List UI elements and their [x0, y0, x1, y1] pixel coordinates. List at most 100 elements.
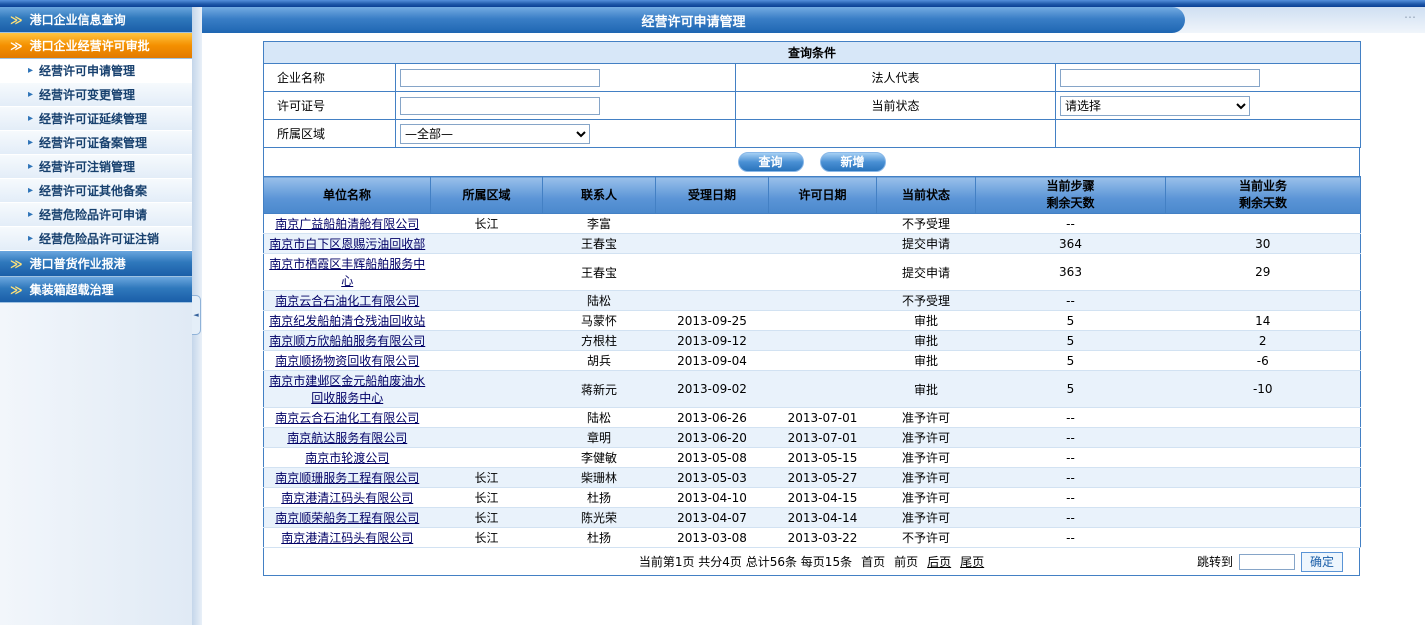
page-title-bar: 经营许可申请管理	[202, 7, 1185, 33]
cell-contact: 蒋新元	[543, 371, 656, 408]
sidebar-group[interactable]: ≫集装箱超载治理	[0, 277, 192, 303]
cell-biz_days	[1166, 508, 1361, 528]
arrow-bullet-icon: ▸	[28, 137, 33, 148]
double-arrow-icon: ≫	[10, 257, 23, 271]
cell-region	[431, 291, 543, 311]
cell-biz_days	[1166, 428, 1361, 448]
cell-region	[431, 351, 543, 371]
cell-region	[431, 311, 543, 331]
company-link[interactable]: 南京港清江码头有限公司	[281, 531, 413, 545]
company-link[interactable]: 南京广益船舶清舱有限公司	[275, 217, 419, 231]
legal-rep-input[interactable]	[1060, 69, 1260, 87]
cell-name: 南京顺扬物资回收有限公司	[264, 351, 431, 371]
cell-name: 南京市白下区恩赐污油回收部	[264, 234, 431, 254]
company-link[interactable]: 南京航达服务有限公司	[287, 431, 407, 445]
sidebar-item[interactable]: ▸经营许可注销管理	[0, 155, 192, 179]
company-link[interactable]: 南京港清江码头有限公司	[281, 491, 413, 505]
cell-license_date: 2013-04-14	[769, 508, 877, 528]
cell-license_date: 2013-07-01	[769, 428, 877, 448]
company-link[interactable]: 南京顺荣船务工程有限公司	[275, 511, 419, 525]
company-link[interactable]: 南京顺珊服务工程有限公司	[275, 471, 419, 485]
sidebar-group[interactable]: ≫港口普货作业报港	[0, 251, 192, 277]
status-select[interactable]: 请选择	[1060, 96, 1250, 116]
cell-status: 准予许可	[877, 488, 976, 508]
cell-accept_date	[656, 214, 769, 234]
cell-accept_date	[656, 234, 769, 254]
sidebar-item[interactable]: ▸经营许可证延续管理	[0, 107, 192, 131]
cell-contact: 柴珊林	[543, 468, 656, 488]
cell-step_days: 363	[976, 254, 1166, 291]
license-no-label: 许可证号	[264, 92, 396, 120]
cell-contact: 王春宝	[543, 234, 656, 254]
cell-license_date: 2013-04-15	[769, 488, 877, 508]
cell-status: 准予许可	[877, 468, 976, 488]
cell-accept_date: 2013-06-26	[656, 408, 769, 428]
sidebar-item[interactable]: ▸经营危险品许可证注销	[0, 227, 192, 251]
cell-status: 审批	[877, 351, 976, 371]
cell-name: 南京顺荣船务工程有限公司	[264, 508, 431, 528]
next-page-link[interactable]: 后页	[927, 553, 951, 570]
company-link[interactable]: 南京纪发船舶清仓残油回收站	[269, 314, 425, 328]
sidebar-item[interactable]: ▸经营许可申请管理	[0, 59, 192, 83]
sidebar-item[interactable]: ▸经营危险品许可申请	[0, 203, 192, 227]
cell-license_date	[769, 214, 877, 234]
cell-region: 长江	[431, 488, 543, 508]
cell-license_date	[769, 291, 877, 311]
cell-step_days: --	[976, 214, 1166, 234]
company-link[interactable]: 南京云合石油化工有限公司	[275, 294, 419, 308]
add-button[interactable]: 新增	[820, 152, 886, 172]
sidebar-item[interactable]: ▸经营许可证备案管理	[0, 131, 192, 155]
cell-name: 南京港清江码头有限公司	[264, 488, 431, 508]
column-header: 当前状态	[877, 177, 976, 214]
company-link[interactable]: 南京市白下区恩赐污油回收部	[269, 237, 425, 251]
sidebar-item[interactable]: ▸经营许可变更管理	[0, 83, 192, 107]
sidebar-group[interactable]: ≫港口企业经营许可审批	[0, 33, 192, 59]
table-row: 南京市建邺区金元船舶废油水回收服务中心蒋新元2013-09-02审批5-10	[264, 371, 1361, 408]
last-page-link[interactable]: 尾页	[960, 553, 984, 570]
sidebar-item-label: 经营许可证延续管理	[39, 110, 147, 127]
column-header: 当前步骤 剩余天数	[976, 177, 1166, 214]
cell-license_date	[769, 351, 877, 371]
pagination-bar: 当前第1页 共分4页 总计56条 每页15条 首页 前页 后页 尾页 跳转到 确…	[263, 548, 1360, 576]
cell-status: 审批	[877, 371, 976, 408]
region-select[interactable]: —全部—	[400, 124, 590, 144]
cell-region: 长江	[431, 528, 543, 548]
table-row: 南京市轮渡公司李健敏2013-05-082013-05-15准予许可--	[264, 448, 1361, 468]
company-link[interactable]: 南京顺扬物资回收有限公司	[275, 354, 419, 368]
region-label: 所属区域	[264, 120, 396, 148]
sidebar-group[interactable]: ≫港口企业信息查询	[0, 7, 192, 33]
sidebar-item-label: 经营危险品许可证注销	[39, 230, 159, 247]
cell-contact: 杜扬	[543, 528, 656, 548]
cell-region	[431, 371, 543, 408]
jump-input[interactable]	[1239, 554, 1295, 570]
sidebar-group-label: 港口企业信息查询	[30, 11, 126, 28]
cell-license_date: 2013-07-01	[769, 408, 877, 428]
cell-contact: 马蒙怀	[543, 311, 656, 331]
cell-accept_date: 2013-05-08	[656, 448, 769, 468]
cell-contact: 王春宝	[543, 254, 656, 291]
cell-status: 不予许可	[877, 528, 976, 548]
confirm-button[interactable]: 确定	[1301, 552, 1343, 572]
cell-accept_date: 2013-04-10	[656, 488, 769, 508]
company-link[interactable]: 南京市建邺区金元船舶废油水回收服务中心	[269, 374, 425, 405]
sidebar-collapse-handle[interactable]: ◄	[192, 295, 201, 335]
license-no-input[interactable]	[400, 97, 600, 115]
company-name-input[interactable]	[400, 69, 600, 87]
company-link[interactable]: 南京顺方欣船舶服务有限公司	[269, 334, 425, 348]
cell-region	[431, 428, 543, 448]
cell-biz_days: -6	[1166, 351, 1361, 371]
search-button[interactable]: 查询	[738, 152, 804, 172]
window-dots-icon: ⋯	[1404, 10, 1417, 24]
cell-contact: 李健敏	[543, 448, 656, 468]
sidebar-item[interactable]: ▸经营许可证其他备案	[0, 179, 192, 203]
sidebar: ≫港口企业信息查询≫港口企业经营许可审批▸经营许可申请管理▸经营许可变更管理▸经…	[0, 7, 192, 625]
company-link[interactable]: 南京云合石油化工有限公司	[275, 411, 419, 425]
company-link[interactable]: 南京市栖霞区丰辉船舶服务中心	[269, 257, 425, 288]
cell-step_days: 364	[976, 234, 1166, 254]
cell-step_days: --	[976, 528, 1166, 548]
empty-cell	[736, 120, 1056, 148]
cell-accept_date: 2013-09-12	[656, 331, 769, 351]
cell-biz_days	[1166, 448, 1361, 468]
company-link[interactable]: 南京市轮渡公司	[305, 451, 389, 465]
query-form: 查询条件 企业名称 法人代表 许可证号 当前状态	[263, 41, 1361, 148]
